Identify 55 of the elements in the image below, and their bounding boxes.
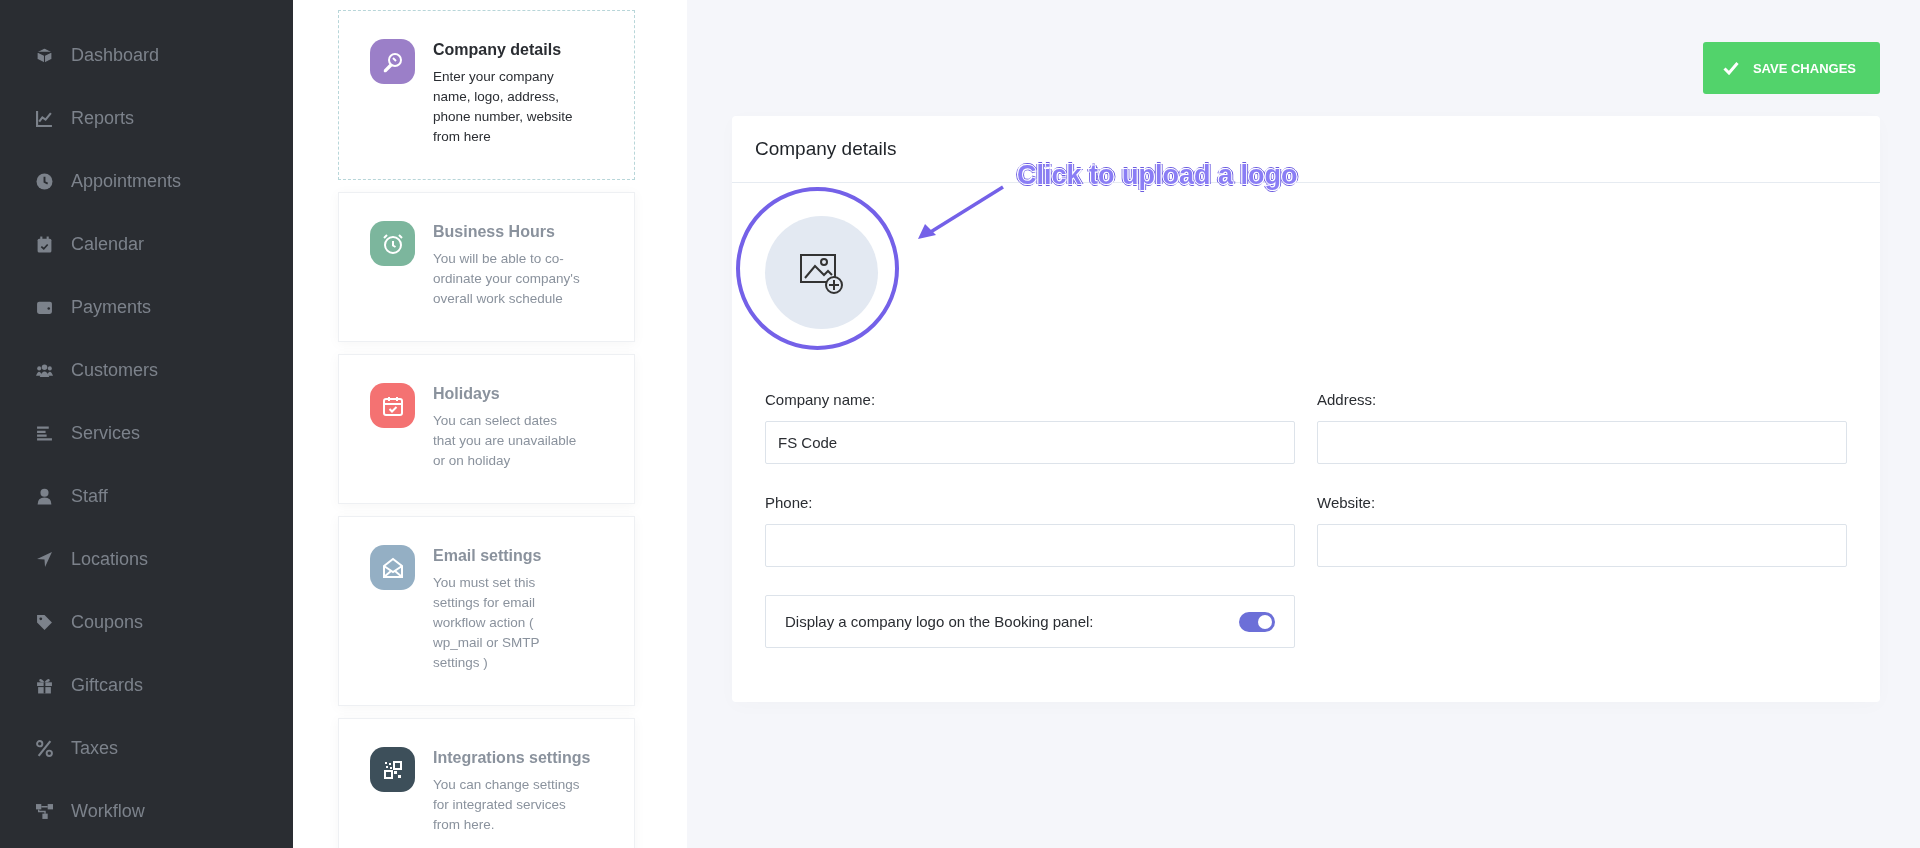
wallet-icon	[36, 299, 53, 316]
flowchart-icon	[36, 803, 53, 820]
tag-icon	[36, 614, 53, 631]
settings-card[interactable]: Integrations settings You can change settings for integrated services from here.	[338, 718, 635, 848]
toggle-label: Display a company logo on the Booking panel:	[785, 613, 1094, 630]
gift-icon	[36, 677, 53, 694]
users-icon	[36, 362, 53, 379]
sidebar-item[interactable]: Locations	[71, 549, 149, 570]
sidebar-item[interactable]: Coupons	[71, 612, 144, 633]
card-title: Company details	[433, 41, 563, 59]
save-changes-button[interactable]: SAVE CHANGES	[1702, 42, 1880, 94]
clock-icon	[36, 173, 53, 190]
sidebar-item[interactable]: Services	[71, 423, 141, 444]
list-icon	[36, 425, 53, 442]
sidebar-item[interactable]: Taxes	[71, 738, 119, 759]
input-field[interactable]: FS Code	[765, 421, 1295, 464]
card-title: Business Hours	[433, 223, 556, 241]
sidebar-item[interactable]: Workflow	[71, 801, 145, 822]
field-label: Company name:	[765, 391, 877, 408]
sidebar-item[interactable]: Payments	[71, 297, 152, 318]
card-title: Holidays	[433, 385, 501, 403]
settings-card[interactable]: Email settings You must set this settings for email workflow action ( wp_mail or SMTP settings )	[338, 516, 635, 706]
chart-icon	[36, 110, 53, 127]
box-icon	[36, 47, 53, 64]
settings-card[interactable]: Holidays You can select dates that you are unavailable or on holiday	[338, 354, 635, 504]
sidebar-item[interactable]: Giftcards	[71, 675, 144, 696]
location-arrow-icon	[36, 551, 53, 568]
card-title: Integrations settings	[433, 749, 591, 767]
percent-icon	[36, 740, 53, 757]
settings-card[interactable]: Company details Enter your company name, logo, address, phone number, website from here	[338, 10, 635, 180]
sidebar-item[interactable]: Appointments	[71, 171, 182, 192]
input-field[interactable]	[1317, 421, 1847, 464]
calendar-icon	[36, 236, 53, 253]
sidebar-item[interactable]: Customers	[71, 360, 159, 381]
card-description: You must set this settings for email workflow action ( wp_mail or SMTP settings )	[433, 574, 541, 672]
card-title: Email settings	[433, 547, 543, 565]
field-label: Phone:	[765, 494, 814, 511]
sidebar-item[interactable]: Calendar	[71, 234, 145, 255]
settings-card[interactable]: Business Hours You will be able to co-ordinate your company's overall work schedule	[338, 192, 635, 342]
card-description: You can select dates that you are unavailable or on holiday	[433, 412, 578, 470]
field-label: Website:	[1317, 494, 1377, 511]
card-description: You will be able to co-ordinate your company's overall work schedule	[433, 250, 581, 308]
person-icon	[36, 488, 53, 505]
field-label: Address:	[1317, 391, 1378, 408]
check-icon	[1722, 61, 1739, 75]
input-field[interactable]	[1317, 524, 1847, 567]
annotation-text: Click to upload a logo	[1017, 160, 1298, 191]
card-description: Enter your company name, logo, address, phone number, website from here	[433, 68, 574, 146]
input-field[interactable]	[765, 524, 1295, 567]
card-description: You can change settings for integrated services from here.	[433, 776, 581, 834]
sidebar-item[interactable]: Dashboard	[71, 45, 160, 66]
sidebar-item[interactable]: Reports	[71, 108, 135, 129]
panel-title: Company details	[755, 138, 897, 160]
sidebar-item[interactable]: Staff	[71, 486, 108, 507]
toggle-switch[interactable]	[1239, 611, 1275, 632]
